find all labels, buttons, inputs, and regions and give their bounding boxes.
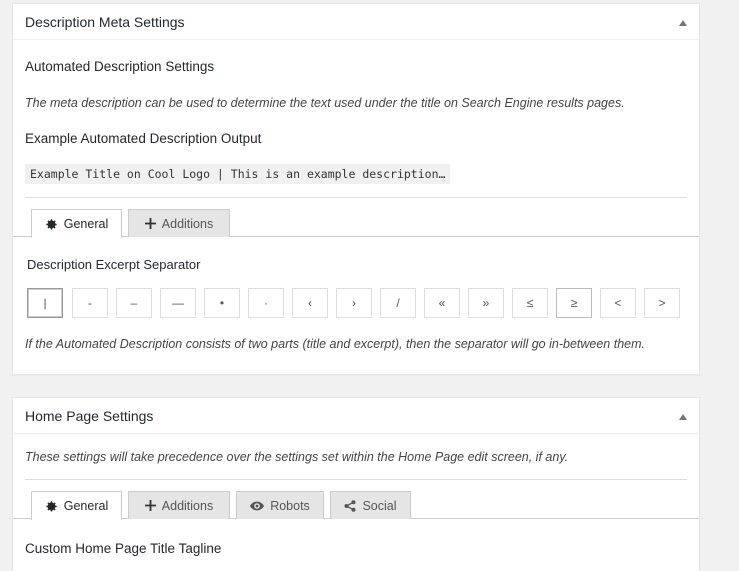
collapse-toggle-icon[interactable] bbox=[679, 20, 687, 26]
gear-icon bbox=[45, 500, 58, 513]
separator-option[interactable]: – bbox=[116, 288, 152, 318]
automated-description-text: The meta description can be used to dete… bbox=[25, 96, 625, 110]
tab-robots[interactable]: Robots bbox=[236, 491, 324, 519]
eye-icon bbox=[250, 501, 265, 511]
separator-option[interactable]: | bbox=[27, 288, 63, 318]
tab-label: Additions bbox=[161, 216, 214, 231]
separator-option[interactable]: ≥ bbox=[556, 288, 592, 318]
example-output-heading: Example Automated Description Output bbox=[25, 131, 262, 146]
tab-label: Additions bbox=[161, 498, 214, 513]
share-icon bbox=[344, 499, 356, 512]
separator-option[interactable]: » bbox=[468, 288, 504, 318]
box-title: Home Page Settings bbox=[25, 408, 154, 424]
separator-heading: Description Excerpt Separator bbox=[27, 257, 201, 272]
separator-option[interactable]: « bbox=[424, 288, 460, 318]
tab-bar: General Additions bbox=[13, 209, 699, 238]
tab-general[interactable]: General bbox=[31, 209, 122, 238]
tab-label: Robots bbox=[270, 498, 310, 513]
gear-icon bbox=[45, 218, 58, 231]
separator-option[interactable]: / bbox=[380, 288, 416, 318]
tab-additions[interactable]: Additions bbox=[128, 209, 230, 237]
home-page-description: These settings will take precedence over… bbox=[25, 450, 569, 464]
divider bbox=[25, 479, 687, 480]
collapse-toggle-icon[interactable] bbox=[679, 414, 687, 420]
box-header[interactable]: Description Meta Settings bbox=[13, 4, 699, 40]
box-header[interactable]: Home Page Settings bbox=[13, 398, 699, 434]
tab-label: Social bbox=[362, 498, 397, 513]
separator-option[interactable]: • bbox=[204, 288, 240, 318]
description-meta-settings-box: Description Meta Settings Automated Desc… bbox=[12, 3, 700, 375]
separator-description: If the Automated Description consists of… bbox=[25, 337, 645, 351]
separator-option[interactable]: ‹ bbox=[292, 288, 328, 318]
separator-option[interactable]: › bbox=[336, 288, 372, 318]
separator-option[interactable]: - bbox=[72, 288, 108, 318]
automated-description-heading: Automated Description Settings bbox=[25, 59, 215, 74]
separator-option[interactable]: · bbox=[248, 288, 284, 318]
plus-icon bbox=[144, 218, 156, 229]
divider bbox=[25, 197, 687, 198]
tab-additions[interactable]: Additions bbox=[128, 491, 230, 519]
box-title: Description Meta Settings bbox=[25, 14, 185, 30]
example-output-code: Example Title on Cool Logo | This is an … bbox=[25, 164, 451, 184]
tab-social[interactable]: Social bbox=[330, 491, 411, 519]
separator-option[interactable]: ≤ bbox=[512, 288, 548, 318]
separator-option[interactable]: — bbox=[160, 288, 196, 318]
tab-label: General bbox=[63, 217, 109, 231]
separator-option[interactable]: > bbox=[644, 288, 680, 318]
tab-bar: General Additions Robots Social bbox=[13, 491, 699, 520]
tab-label: General bbox=[63, 499, 109, 513]
tab-general[interactable]: General bbox=[31, 491, 122, 520]
separator-option[interactable]: < bbox=[600, 288, 636, 318]
home-page-settings-box: Home Page Settings These settings will t… bbox=[12, 397, 700, 571]
tagline-heading: Custom Home Page Title Tagline bbox=[25, 541, 222, 556]
plus-icon bbox=[144, 500, 156, 511]
